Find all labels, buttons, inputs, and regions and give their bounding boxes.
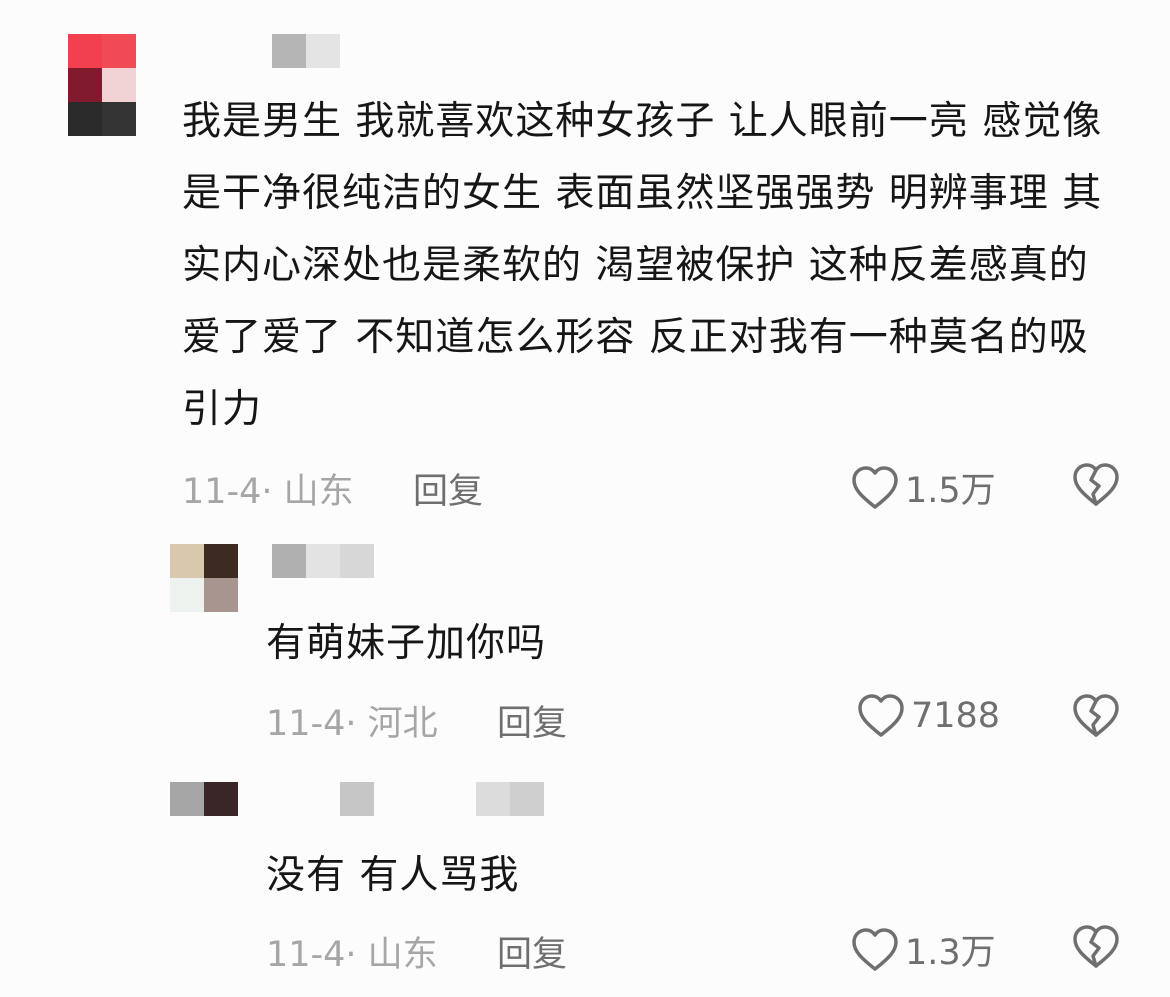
- dislike-button[interactable]: [1072, 693, 1120, 739]
- reply-button[interactable]: 回复: [497, 926, 567, 977]
- username-blurred[interactable]: [272, 34, 340, 68]
- comment-date-location: 11-4· 河北: [266, 704, 438, 744]
- avatar[interactable]: [170, 544, 238, 612]
- username-blurred[interactable]: [272, 544, 374, 578]
- heart-outline-icon: [852, 465, 898, 509]
- dislike-button[interactable]: [1072, 924, 1120, 970]
- comment-item: 我是男生 我就喜欢这种女孩子 让人眼前一亮 感觉像是干净很纯洁的女生 表面虽然坚…: [0, 0, 1170, 520]
- like-button[interactable]: 7188: [857, 693, 1000, 739]
- like-count: 1.3万: [905, 933, 996, 973]
- like-count: 1.5万: [905, 471, 996, 511]
- reply-button[interactable]: 回复: [497, 695, 567, 746]
- comment-text: 没有 有人骂我: [266, 853, 520, 898]
- broken-heart-icon: [1073, 925, 1119, 968]
- avatar[interactable]: [170, 782, 238, 816]
- avatar[interactable]: [68, 34, 136, 136]
- comment-text: 我是男生 我就喜欢这种女孩子 让人眼前一亮 感觉像是干净很纯洁的女生 表面虽然坚…: [182, 99, 1103, 432]
- username-blurred[interactable]: [340, 782, 374, 816]
- reply-button[interactable]: 回复: [413, 463, 483, 514]
- heart-outline-icon: [852, 927, 898, 971]
- comment-text: 有萌妹子加你吗: [266, 621, 547, 666]
- like-button[interactable]: 1.3万: [851, 924, 996, 975]
- dislike-button[interactable]: [1072, 462, 1120, 508]
- reply-comment-item: 有萌妹子加你吗 11-4· 河北 回复 7188: [0, 520, 1170, 760]
- reply-comment-item: 没有 有人骂我 11-4· 山东 回复 1.3万: [0, 760, 1170, 997]
- broken-heart-icon: [1073, 694, 1119, 737]
- comment-date-location: 11-4· 山东: [266, 935, 438, 975]
- like-button[interactable]: 1.5万: [851, 462, 996, 513]
- broken-heart-icon: [1073, 463, 1119, 506]
- comment-date-location: 11-4· 山东: [182, 472, 354, 512]
- like-count: 7188: [911, 696, 1001, 736]
- reply-target-blurred[interactable]: [476, 782, 544, 816]
- heart-outline-icon: [858, 694, 904, 737]
